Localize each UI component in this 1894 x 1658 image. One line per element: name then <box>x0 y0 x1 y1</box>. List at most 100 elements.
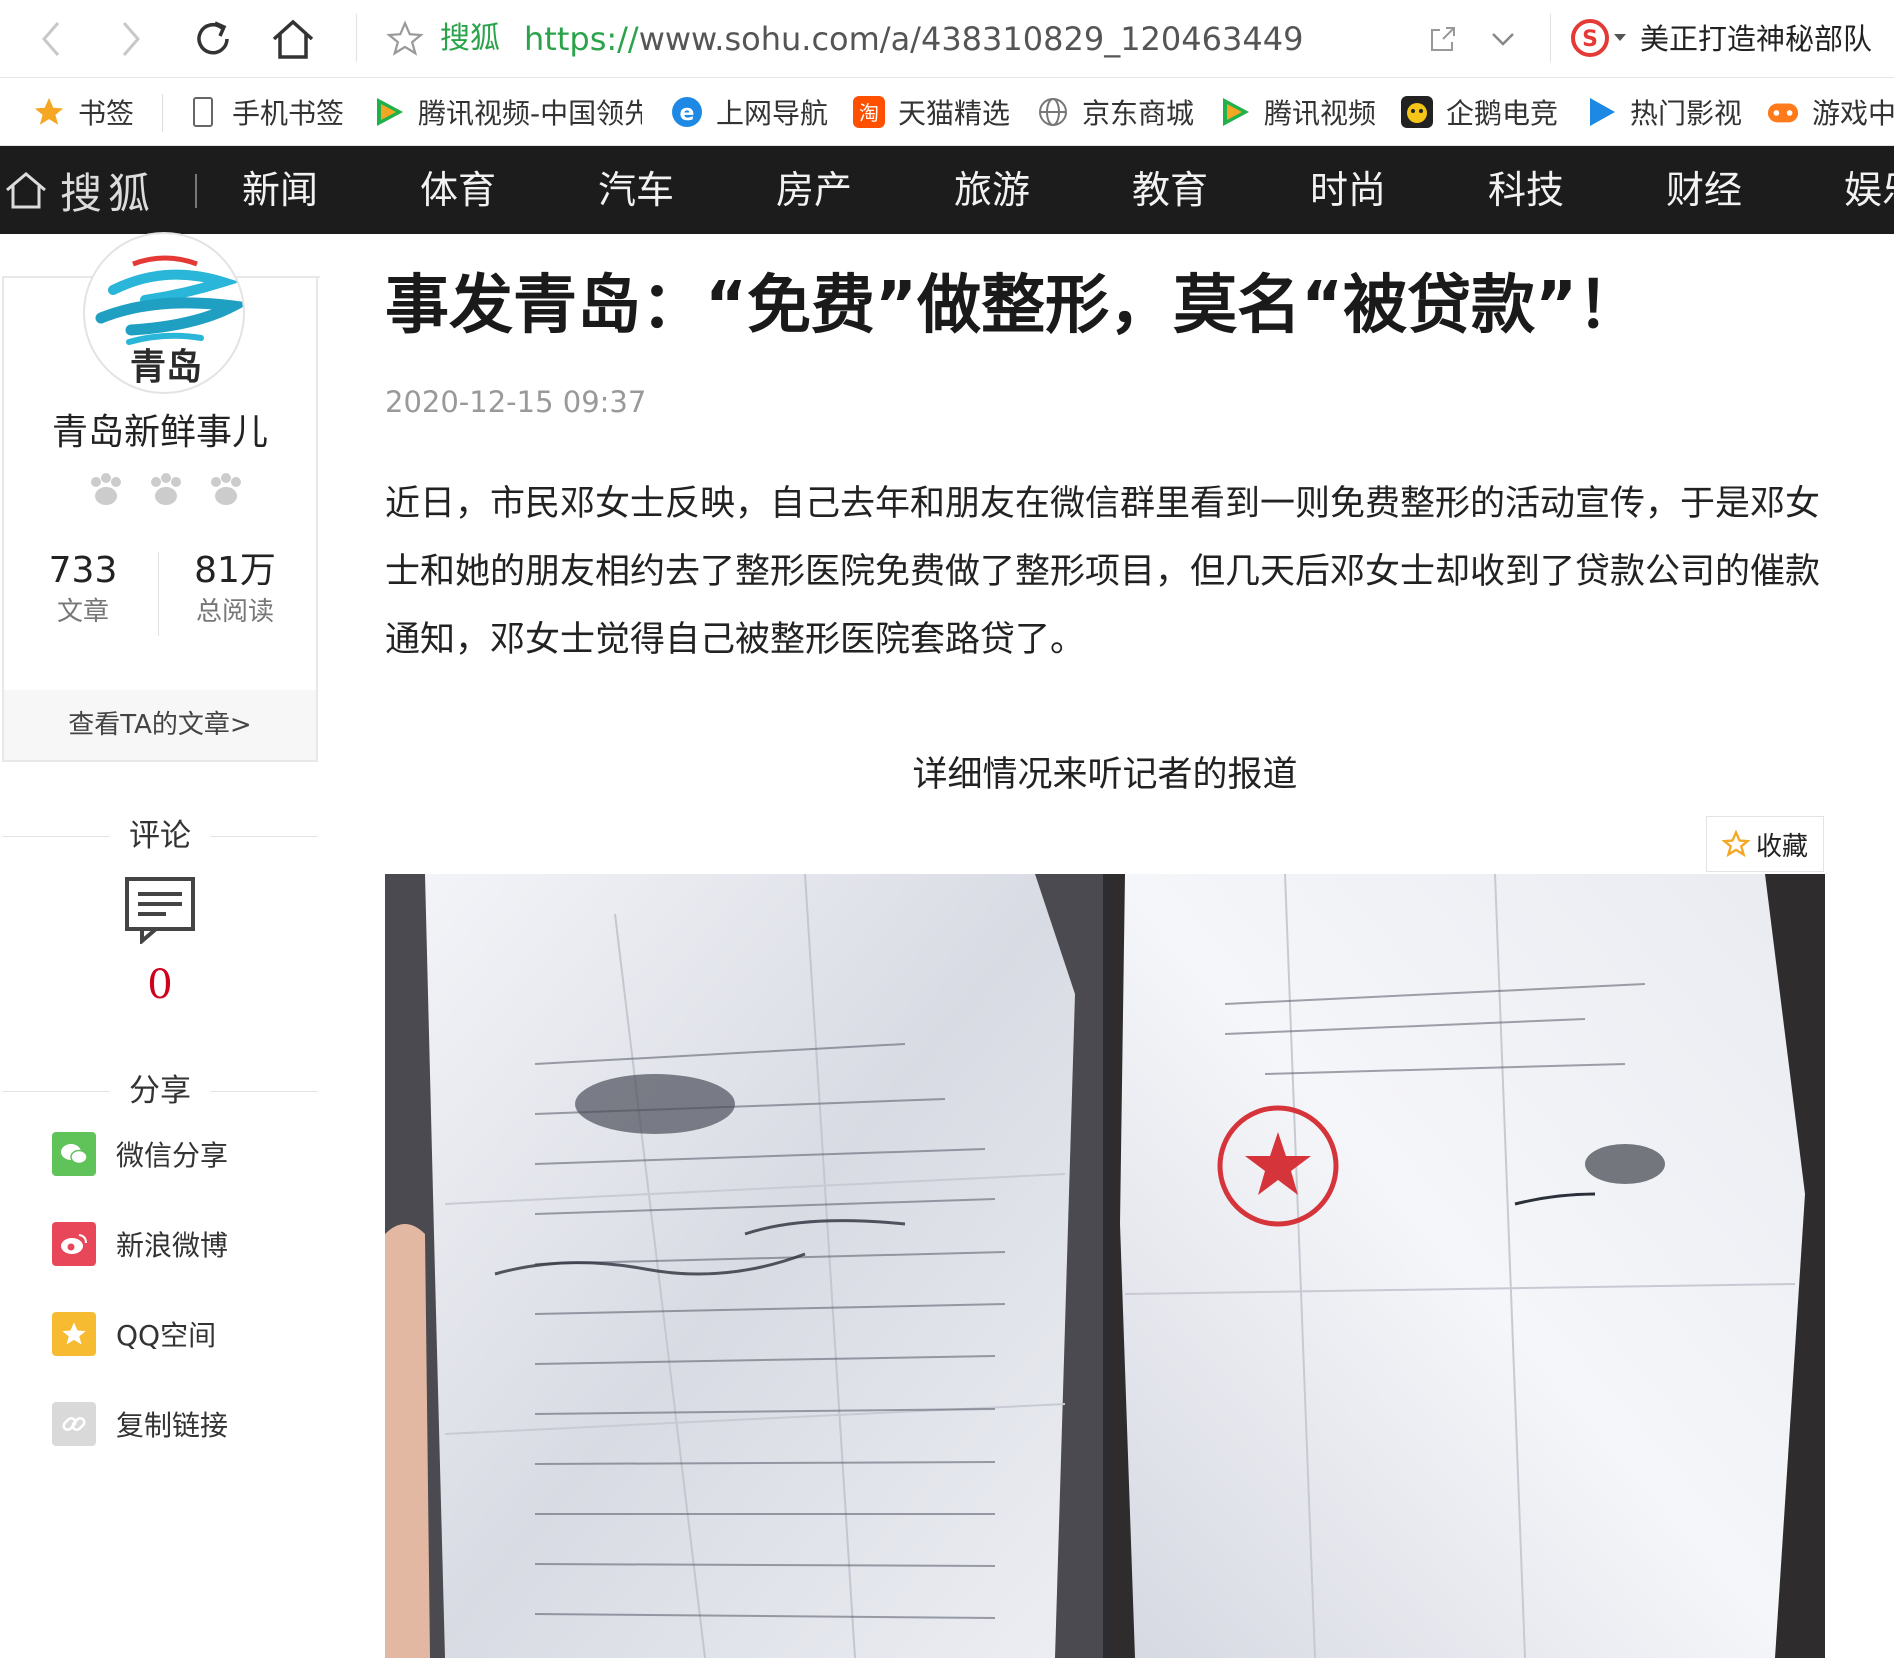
bookmark-item-tencent-video[interactable]: 腾讯视频 <box>1218 90 1376 134</box>
channel-fashion[interactable]: 时尚 <box>1310 166 1386 214</box>
article-paragraph: 近日，市民邓女士反映，自己去年和朋友在微信群里看到一则免费整形的活动宣传，于是邓… <box>385 484 1821 660</box>
forward-button[interactable] <box>104 12 158 66</box>
comment-icon[interactable] <box>124 876 196 944</box>
share-label: 新浪微博 <box>116 1229 229 1262</box>
globe-icon <box>1036 95 1070 129</box>
article-caption: 详细情况来听记者的报道 <box>912 755 1298 795</box>
home-icon <box>6 172 46 209</box>
qzone-icon <box>52 1312 96 1356</box>
channel-news[interactable]: 新闻 <box>242 166 318 214</box>
tmall-icon: 淘 <box>852 95 886 129</box>
author-name[interactable]: 青岛新鲜事儿 <box>0 408 320 458</box>
bookmark-item-bookmarks[interactable]: 书签 <box>32 90 134 134</box>
url-path: www.sohu.com/a/438310829_120463449 <box>638 20 1304 58</box>
share-weibo[interactable]: 新浪微博 <box>52 1221 228 1267</box>
wechat-icon <box>52 1132 96 1176</box>
site-name: 搜狐 <box>440 21 500 56</box>
qingdao-logo-icon: 青岛 <box>95 255 243 388</box>
bookmark-label: 企鹅电竞 <box>1446 97 1559 130</box>
penguin-icon <box>1400 95 1434 129</box>
channel-nav: 搜狐 新闻 体育 汽车 房产 旅游 教育 时尚 科技 财经 娱乐 <box>0 146 1894 234</box>
channel-tech[interactable]: 科技 <box>1488 166 1564 214</box>
paw-icon <box>211 473 241 505</box>
bookmark-label: 热门影视 <box>1630 97 1743 130</box>
share-title: 分享 <box>2 1071 318 1111</box>
home-icon <box>272 19 314 59</box>
bookmark-label: 京东商城 <box>1082 97 1195 130</box>
chevron-down-icon <box>1492 33 1514 46</box>
bookmark-item-game-center[interactable]: 游戏中心 <box>1766 90 1894 134</box>
sohu-logo[interactable]: 搜狐 <box>4 164 156 218</box>
reads-count: 81万 <box>194 550 276 591</box>
address-bar: 搜狐 https://www.sohu.com/a/438310829_1204… <box>0 0 1894 78</box>
bookmark-separator <box>162 94 163 132</box>
bookmark-item-hot-movies[interactable]: 热门影视 <box>1584 90 1742 134</box>
channel-finance[interactable]: 财经 <box>1666 166 1742 214</box>
comment-count[interactable]: 0 <box>0 960 320 1010</box>
reads-stat: 81万 总阅读 <box>160 548 310 630</box>
article-photo <box>385 874 1825 1658</box>
bookmark-item-mobile[interactable]: 手机书签 <box>186 90 344 134</box>
svg-text:淘: 淘 <box>859 101 879 125</box>
tencent-video-icon <box>372 95 406 129</box>
comments-title: 评论 <box>2 816 318 856</box>
svg-text:S: S <box>1582 27 1598 52</box>
chevron-left-icon <box>42 22 60 56</box>
avatar[interactable]: 青岛 <box>83 232 245 394</box>
bookmark-item-jd[interactable]: 京东商城 <box>1036 90 1194 134</box>
ie-icon: e <box>670 95 704 129</box>
bookmark-item-penguin-esports[interactable]: 企鹅电竞 <box>1400 90 1558 134</box>
chevron-right-icon <box>122 22 140 56</box>
share-label: 微信分享 <box>116 1139 229 1172</box>
channel-auto[interactable]: 汽车 <box>598 166 674 214</box>
reads-label: 总阅读 <box>195 597 274 627</box>
address-dropdown-button[interactable] <box>1482 18 1524 60</box>
url-field[interactable]: https://www.sohu.com/a/438310829_1204634… <box>524 19 1303 59</box>
channel-education[interactable]: 教育 <box>1132 166 1208 214</box>
channel-sports[interactable]: 体育 <box>420 166 496 214</box>
svg-text:e: e <box>680 101 695 126</box>
search-engine-dropdown-icon[interactable] <box>1614 34 1626 42</box>
link-icon <box>52 1402 96 1446</box>
back-button[interactable] <box>24 12 78 66</box>
channel-travel[interactable]: 旅游 <box>954 166 1030 214</box>
channel-realestate[interactable]: 房产 <box>776 166 852 214</box>
home-button[interactable] <box>266 12 320 66</box>
bookmark-label: 书签 <box>78 97 135 130</box>
bookmarks-bar: 书签 手机书签 腾讯视频-中国领先 e 上网导航 淘 天猫精选 京东商城 腾讯视… <box>0 78 1894 146</box>
bookmark-item-nav[interactable]: e 上网导航 <box>670 90 828 134</box>
weibo-icon <box>52 1222 96 1266</box>
share-label: QQ空间 <box>116 1319 217 1352</box>
articles-stat: 733 文章 <box>8 548 158 630</box>
sogou-search-icon[interactable]: S <box>1570 18 1610 58</box>
bookmark-star-button[interactable] <box>378 12 432 66</box>
paw-icon <box>91 473 121 505</box>
bookmark-label: 腾讯视频 <box>1264 97 1377 130</box>
play-icon <box>1584 95 1618 129</box>
favorite-label: 收藏 <box>1755 831 1808 862</box>
share-copy-link[interactable]: 复制链接 <box>52 1401 228 1447</box>
share-page-button[interactable] <box>1422 18 1464 60</box>
channel-entertainment[interactable]: 娱乐 <box>1844 166 1894 214</box>
article-title: 事发青岛：“免费”做整形，莫名“被贷款”！ <box>385 269 1642 343</box>
bookmark-label: 游戏中心 <box>1812 97 1894 130</box>
stat-separator <box>158 552 159 636</box>
bookmark-item-tencent-video-cn[interactable]: 腾讯视频-中国领先 <box>372 90 642 134</box>
share-qzone[interactable]: QQ空间 <box>52 1311 216 1357</box>
bookmark-label: 上网导航 <box>716 97 829 130</box>
favorite-button[interactable]: 收藏 <box>1706 816 1824 872</box>
phone-icon <box>186 95 220 129</box>
view-author-articles-link[interactable]: 查看TA的文章> <box>4 690 316 760</box>
avatar-text: 青岛 <box>130 346 202 388</box>
brand-text: 搜狐 <box>60 168 157 218</box>
search-suggestion[interactable]: 美正打造神秘部队 <box>1640 19 1872 59</box>
bookmark-label: 手机书签 <box>232 97 345 130</box>
share-label: 复制链接 <box>116 1409 229 1442</box>
toolbar-separator <box>1550 14 1551 62</box>
star-icon <box>32 95 66 129</box>
paw-icon <box>151 473 181 505</box>
reload-button[interactable] <box>186 12 240 66</box>
share-wechat[interactable]: 微信分享 <box>52 1131 228 1177</box>
bookmark-item-tmall[interactable]: 淘 天猫精选 <box>852 90 1010 134</box>
tencent-video-icon <box>1218 95 1252 129</box>
